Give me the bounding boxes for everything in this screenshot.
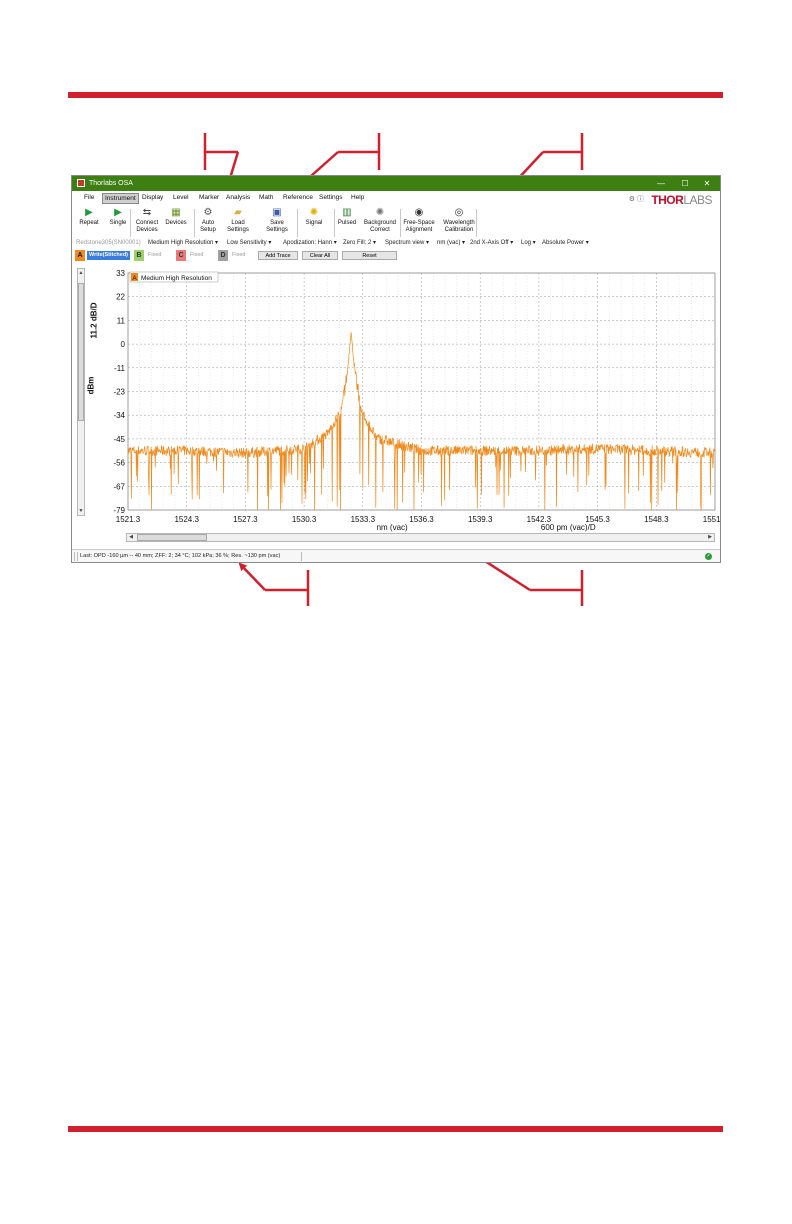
horizontal-scrollbar[interactable]: ◀ ▶ <box>126 533 715 542</box>
x-tick-label: 1551.3 <box>703 515 721 524</box>
x-tick-label: 1536.3 <box>409 515 434 524</box>
status-divider <box>301 552 302 561</box>
status-ok-icon: ✓ <box>705 553 712 560</box>
x-tick-label: 1530.3 <box>292 515 317 524</box>
scroll-left-icon[interactable]: ◀ <box>127 534 135 541</box>
y-tick-label: 33 <box>116 269 125 278</box>
horizontal-scroll-thumb[interactable] <box>137 534 207 541</box>
y-tick-label: -23 <box>113 388 125 397</box>
osa-window: Thorlabs OSA — ☐ ✕ File Instrument Display… <box>71 175 721 563</box>
status-bar: Last: OPD -160 µm -- 40 mm; ZFF: 2; 34 °… <box>72 549 720 562</box>
y-tick-label: -45 <box>113 435 125 444</box>
y-tick-label: -67 <box>113 482 125 491</box>
status-divider <box>77 552 78 561</box>
x-tick-label: 1521.3 <box>116 515 141 524</box>
x-division-label: 600 pm (vac)/D <box>541 523 596 532</box>
x-tick-label: 1524.3 <box>174 515 199 524</box>
y-tick-label: -11 <box>114 364 126 373</box>
legend-letter: A <box>132 275 137 282</box>
y-tick-label: 22 <box>116 293 125 302</box>
y-tick-label: 0 <box>121 340 126 349</box>
status-divider <box>74 552 75 561</box>
x-tick-label: 1533.3 <box>351 515 376 524</box>
callout-arrow-status <box>238 562 266 591</box>
x-tick-label: 1527.3 <box>233 515 258 524</box>
y-tick-label: 11 <box>117 316 126 325</box>
scroll-right-icon[interactable]: ▶ <box>706 534 714 541</box>
y-tick-label: -79 <box>113 506 125 515</box>
x-tick-label: 1548.3 <box>644 515 669 524</box>
legend-label: Medium High Resolution <box>141 275 212 282</box>
spectrum-plot[interactable]: 1521.3 1524.3 1527.3 1530.3 1533.3 1536.3 1539… <box>72 176 721 563</box>
x-axis-label: nm (vac) <box>377 523 408 532</box>
x-tick-label: 1539.3 <box>468 515 493 524</box>
y-tick-label: -56 <box>113 459 125 468</box>
y-tick-label: -34 <box>113 411 125 420</box>
status-text: Last: OPD -160 µm -- 40 mm; ZFF: 2; 34 °… <box>80 553 281 559</box>
